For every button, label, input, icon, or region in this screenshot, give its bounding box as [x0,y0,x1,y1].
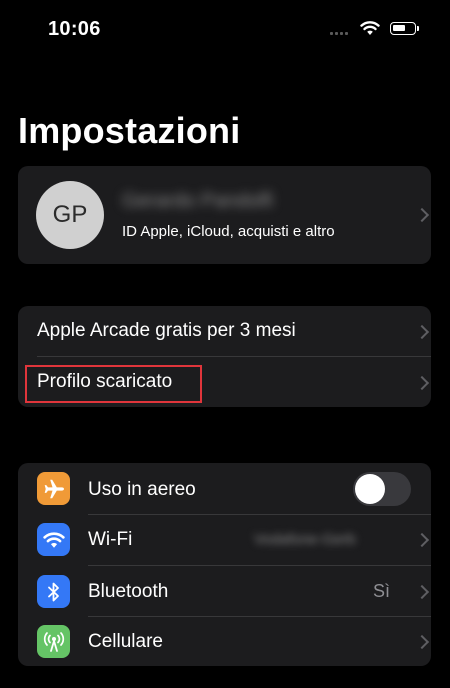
wifi-row[interactable]: Wi-Fi Vodafone-Gerb [18,515,431,565]
toggle-knob [355,474,385,504]
chevron-right-icon [414,207,430,223]
avatar: GP [36,181,104,249]
signal-strength-icon [330,32,352,36]
chevron-right-icon [414,634,430,650]
bluetooth-icon [37,575,70,608]
apple-arcade-label: Apple Arcade gratis per 3 mesi [37,320,296,341]
airplane-icon [37,472,70,505]
profile-name: Gerardo Pandolfi [122,190,312,216]
bluetooth-label: Bluetooth [88,581,169,602]
chevron-right-icon [414,324,430,340]
profile-name-text: Gerardo Pandolfi [122,190,274,212]
highlight-annotation [25,365,202,403]
profile-subtitle: ID Apple, iCloud, acquisti e altro [122,223,335,240]
antenna-icon [37,625,70,658]
bluetooth-row[interactable]: Bluetooth Sì [18,566,431,616]
status-bar: 10:06 [0,0,450,60]
wifi-label: Wi-Fi [88,529,133,550]
page-title: Impostazioni [18,110,241,151]
battery-tip [417,26,419,31]
chevron-right-icon [414,584,430,600]
apple-arcade-row[interactable]: Apple Arcade gratis per 3 mesi [18,306,431,356]
airplane-mode-toggle[interactable] [353,472,411,506]
apple-id-profile-card[interactable]: GP Gerardo Pandolfi ID Apple, iCloud, ac… [18,166,431,264]
status-time: 10:06 [48,18,101,40]
wifi-network-value: Vodafone-Gerb [254,531,356,548]
bluetooth-status-value: Sì [373,581,391,601]
battery-icon [390,22,416,35]
wifi-status-icon [360,20,380,36]
airplane-mode-label: Uso in aereo [88,479,196,500]
connectivity-group: Uso in aereo Wi-Fi Vodafone-Gerb Bluetoo… [18,463,431,666]
cellular-label: Cellulare [88,631,163,652]
airplane-mode-row[interactable]: Uso in aereo [18,463,431,514]
cellular-row[interactable]: Cellulare [18,617,431,666]
wifi-icon [37,523,70,556]
chevron-right-icon [414,375,430,391]
chevron-right-icon [414,532,430,548]
